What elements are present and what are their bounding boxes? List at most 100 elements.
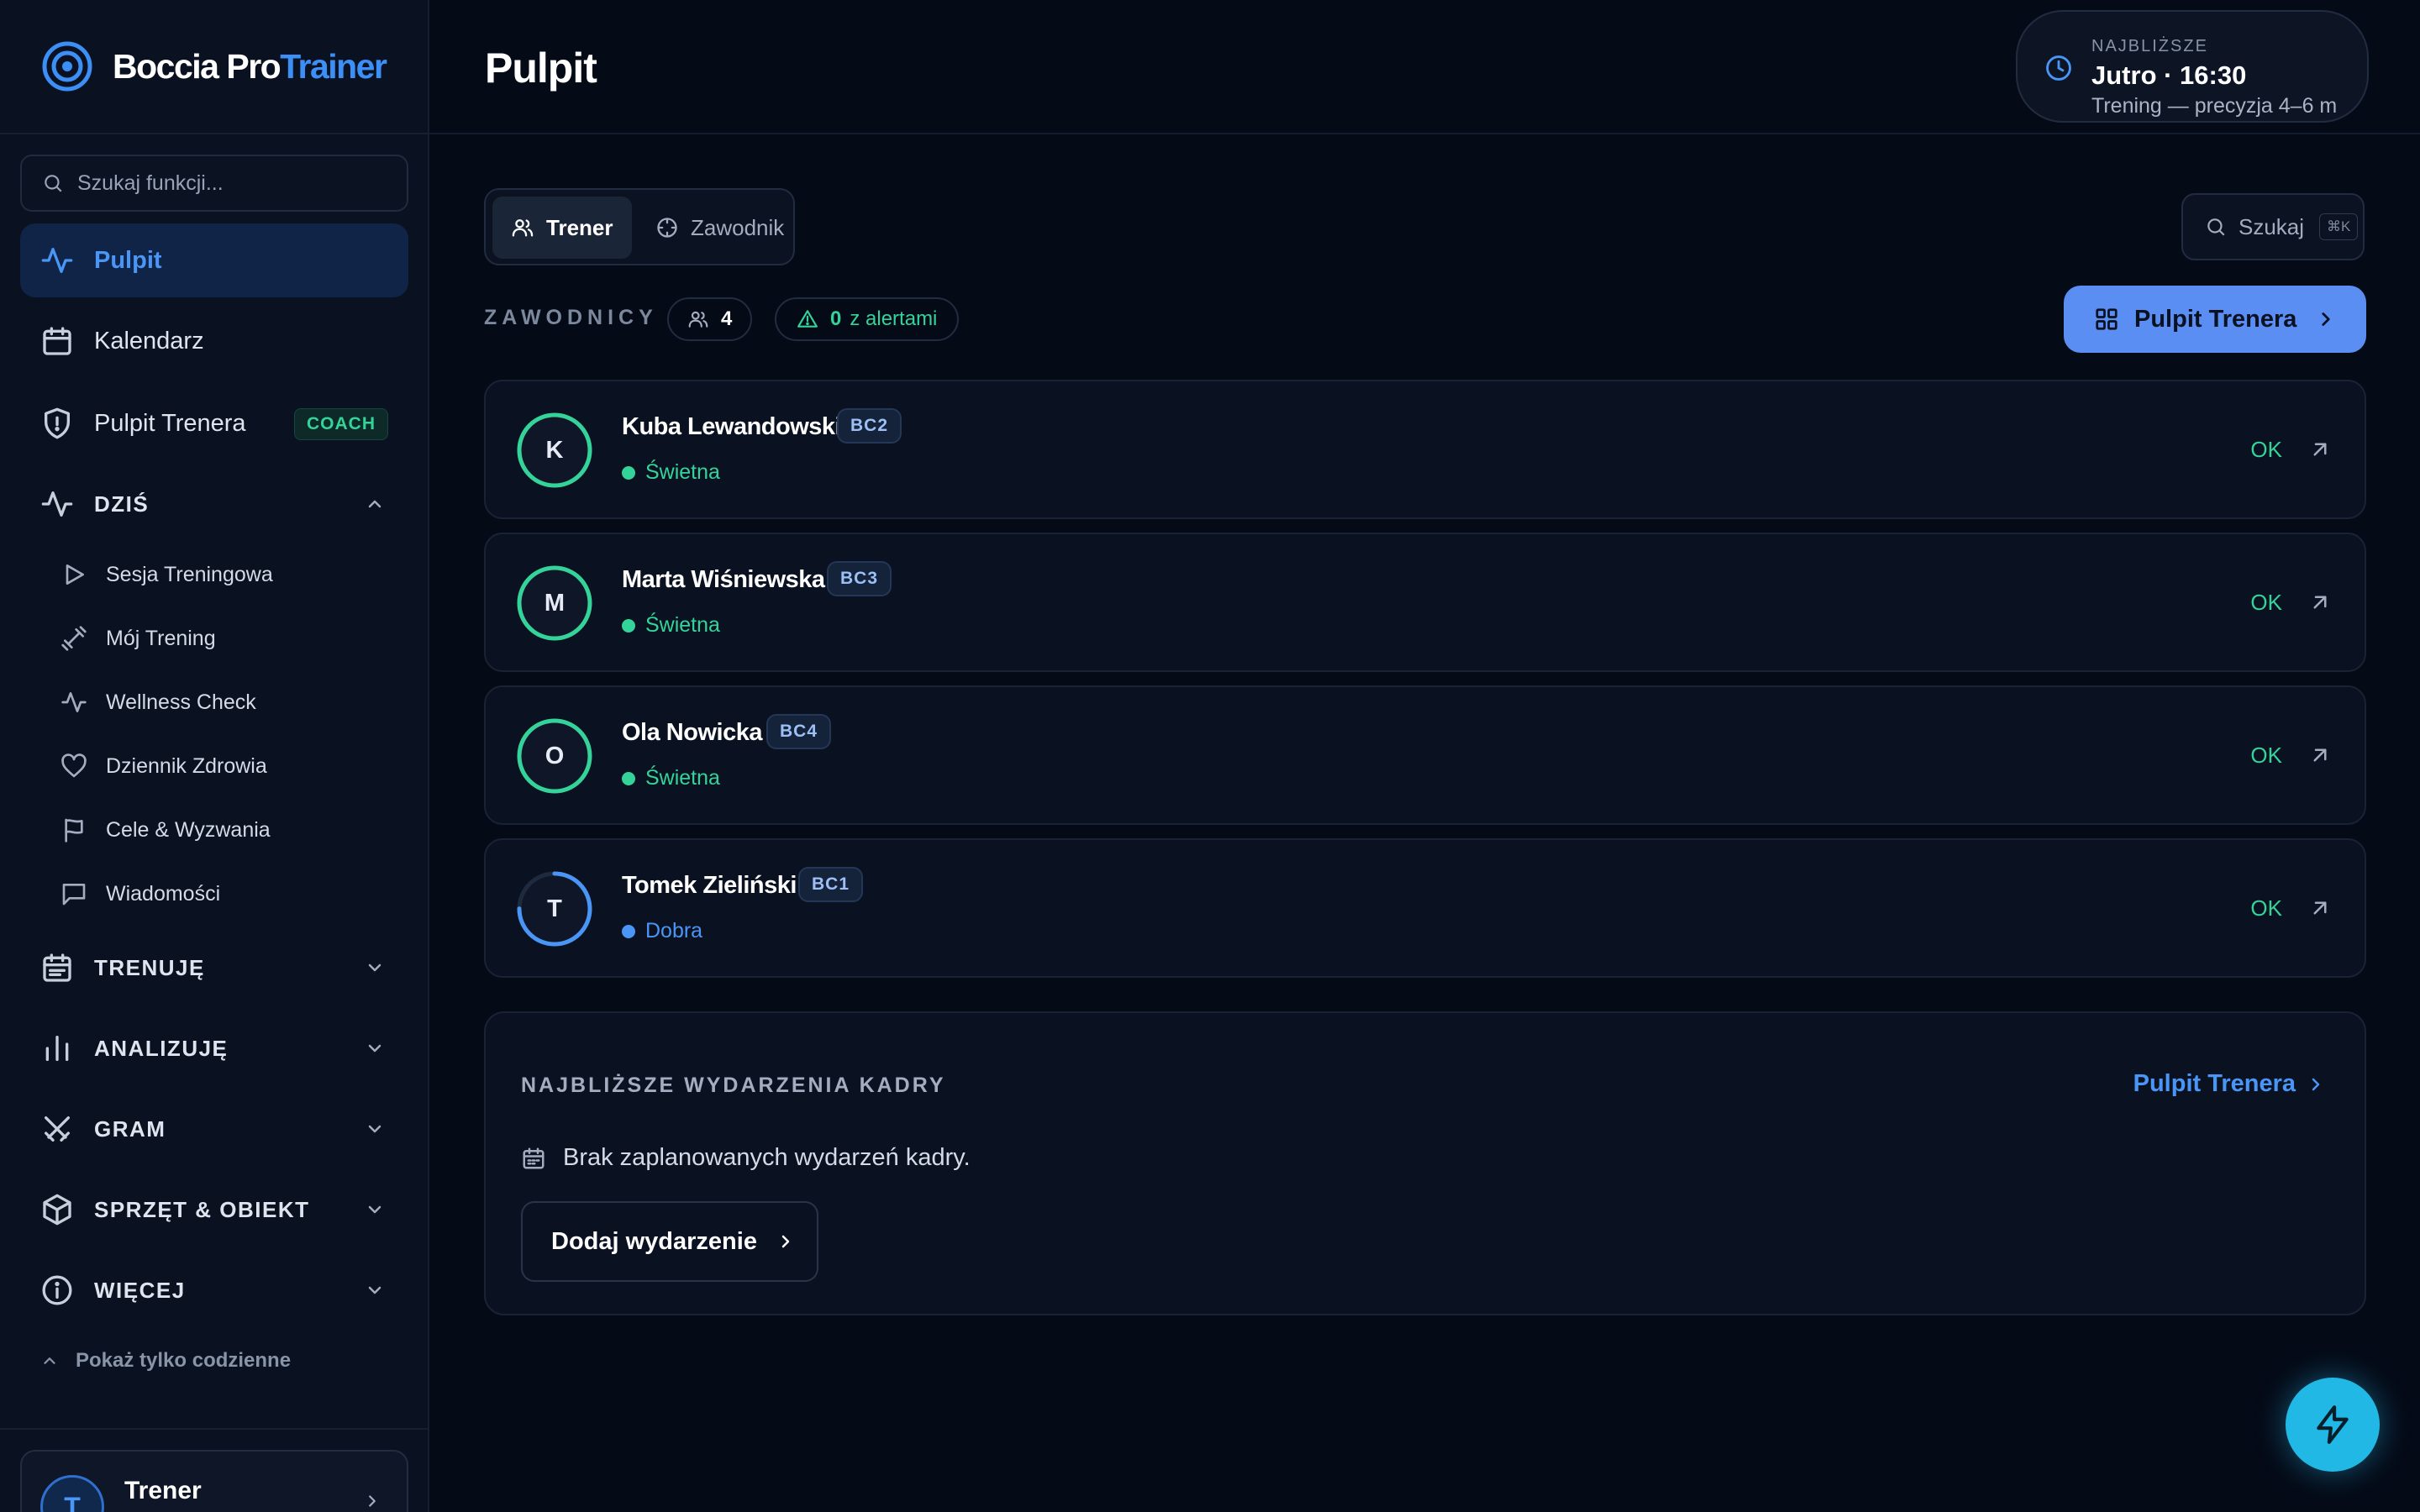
bar-chart-icon	[45, 1036, 69, 1061]
sidebar-search-input[interactable]: Szukaj funkcji...	[20, 155, 408, 212]
player-status: Dobra	[622, 919, 702, 943]
player-name: Kuba Lewandowski	[622, 413, 842, 440]
section-label: DZIŚ	[94, 491, 150, 517]
chevron-right-icon	[2312, 1078, 2320, 1090]
grid-icon	[2096, 308, 2118, 330]
role-trener-button[interactable]: Trener	[492, 197, 632, 259]
search-label: Szukaj	[2238, 213, 2305, 239]
players-count-badge: 4	[667, 297, 753, 341]
brand[interactable]: Boccia ProTrainer	[0, 0, 428, 134]
sidebar-sub-dziennik-zdrowia[interactable]: Dziennik Zdrowia	[60, 739, 397, 793]
events-coach-dashboard-link[interactable]: Pulpit Trenera	[2133, 1070, 2326, 1098]
next-event-time: Jutro · 16:30	[2091, 60, 2247, 90]
section-label: ANALIZUJĘ	[94, 1035, 229, 1061]
sidebar-sub-wiadomosci[interactable]: Wiadomości	[60, 867, 397, 921]
player-name: Marta Wiśniewska	[622, 566, 825, 593]
section-dzis[interactable]: DZIŚ	[20, 470, 408, 538]
player-row[interactable]: K Kuba Lewandowski BC2 Świetna OK	[484, 380, 2366, 519]
users-icon	[512, 219, 534, 237]
players-section-label: ZAWODNICY	[484, 306, 658, 329]
alerts-badge[interactable]: 0 z alertami	[775, 297, 960, 341]
chevron-down-icon	[368, 1286, 381, 1294]
add-event-button[interactable]: Dodaj wydarzenie	[521, 1201, 818, 1282]
next-event-card[interactable]: NAJBLIŻSZE Jutro · 16:30 Trening — precy…	[2016, 10, 2369, 123]
player-row[interactable]: O Ola Nowicka BC4 Świetna OK	[484, 685, 2366, 825]
ok-label: OK	[2250, 743, 2282, 768]
sidebar-item-kalendarz[interactable]: Kalendarz	[20, 304, 408, 378]
player-row[interactable]: T Tomek Zieliński BC1 Dobra OK	[484, 838, 2366, 978]
sidebar-item-pulpit-trenera[interactable]: Pulpit Trenera COACH	[20, 386, 408, 460]
player-row[interactable]: M Marta Wiśniewska BC3 Świetna OK	[484, 533, 2366, 672]
sidebar-divider	[0, 1428, 428, 1430]
sidebar-sub-wellness-check[interactable]: Wellness Check	[60, 675, 397, 729]
section-label: WIĘCEJ	[94, 1277, 186, 1303]
section-gram[interactable]: GRAM	[20, 1095, 408, 1163]
chevron-down-icon	[368, 1125, 381, 1133]
avatar-initial: T	[547, 895, 562, 922]
avatar: M	[516, 564, 593, 642]
player-status: Świetna	[622, 766, 720, 790]
avatar: T	[516, 870, 593, 948]
arrow-up-right-icon[interactable]	[2307, 895, 2333, 921]
section-label: GRAM	[94, 1116, 166, 1142]
sub-item-label: Wiadomości	[106, 881, 221, 906]
class-badge: BC1	[798, 867, 864, 902]
chevron-up-icon	[44, 1357, 55, 1364]
chevron-up-icon	[368, 500, 381, 508]
events-empty-state: Brak zaplanowanych wydarzeń kadry.	[521, 1144, 971, 1172]
events-empty-text: Brak zaplanowanych wydarzeń kadry.	[563, 1144, 971, 1171]
section-sprzet-obiekt[interactable]: SPRZĘT & OBIEKT	[20, 1176, 408, 1243]
sub-item-label: Cele & Wyzwania	[106, 817, 271, 842]
coach-dashboard-label: Pulpit Trenera	[2134, 305, 2297, 333]
sub-item-label: Dziennik Zdrowia	[106, 753, 267, 778]
show-daily-toggle[interactable]: Pokaż tylko codzienne	[40, 1349, 291, 1373]
coach-dashboard-button[interactable]: Pulpit Trenera	[2064, 286, 2366, 353]
arrow-up-right-icon[interactable]	[2307, 743, 2333, 768]
search-icon	[45, 175, 62, 192]
clock-icon	[2046, 55, 2071, 81]
role-label: Zawodnik	[691, 214, 785, 240]
alerts-count: 0	[830, 307, 842, 330]
section-analizuje[interactable]: ANALIZUJĘ	[20, 1015, 408, 1082]
sidebar-item-label: Pulpit	[94, 246, 162, 274]
player-status: Świetna	[622, 460, 720, 485]
pulse-icon	[61, 692, 87, 712]
user-card[interactable]: T Trener	[20, 1450, 408, 1512]
sidebar-sub-sesja-treningowa[interactable]: Sesja Treningowa	[60, 548, 397, 601]
sidebar-item-pulpit[interactable]: Pulpit	[20, 223, 408, 297]
section-label: TRENUJĘ	[94, 954, 205, 980]
arrow-up-right-icon[interactable]	[2307, 437, 2333, 462]
coach-badge: COACH	[294, 408, 388, 440]
target-logo-icon	[42, 41, 92, 92]
sidebar-sub-moj-trening[interactable]: Mój Trening	[60, 612, 397, 665]
status-label: Świetna	[645, 613, 720, 637]
brand-name: Boccia ProTrainer	[113, 46, 387, 86]
section-wiecej[interactable]: WIĘCEJ	[20, 1257, 408, 1324]
events-title: NAJBLIŻSZE WYDARZENIA KADRY	[521, 1074, 946, 1097]
status-dot	[622, 465, 635, 480]
role-zawodnik-button[interactable]: Zawodnik	[637, 197, 802, 259]
chevron-right-icon	[2322, 312, 2330, 326]
sidebar-item-label: Pulpit Trenera	[94, 409, 246, 437]
activity-icon	[41, 248, 73, 273]
heart-icon	[61, 753, 87, 778]
play-icon	[66, 564, 84, 585]
player-name: Ola Nowicka	[622, 719, 762, 746]
add-event-label: Dodaj wydarzenie	[551, 1227, 757, 1255]
arrow-up-right-icon[interactable]	[2307, 590, 2333, 615]
section-label: SPRZĘT & OBIEKT	[94, 1196, 310, 1222]
sub-item-label: Sesja Treningowa	[106, 562, 273, 586]
section-trenuje[interactable]: TRENUJĘ	[20, 934, 408, 1001]
status-dot	[622, 924, 635, 938]
avatar-initial: O	[544, 742, 565, 769]
sub-item-label: Mój Trening	[106, 626, 216, 650]
lightning-icon	[2317, 1405, 2349, 1444]
player-status: Świetna	[622, 613, 720, 638]
next-event-label: NAJBLIŻSZE	[2091, 37, 2208, 55]
quick-action-button[interactable]	[2286, 1378, 2380, 1472]
sidebar-sub-cele-wyzwania[interactable]: Cele & Wyzwania	[60, 803, 397, 857]
next-event-desc: Trening — precyzja 4–6 m	[2091, 94, 2338, 118]
search-button[interactable]: Szukaj ⌘K	[2181, 193, 2365, 260]
sidebar-item-label: Kalendarz	[94, 327, 204, 354]
show-daily-label: Pokaż tylko codzienne	[76, 1349, 292, 1372]
